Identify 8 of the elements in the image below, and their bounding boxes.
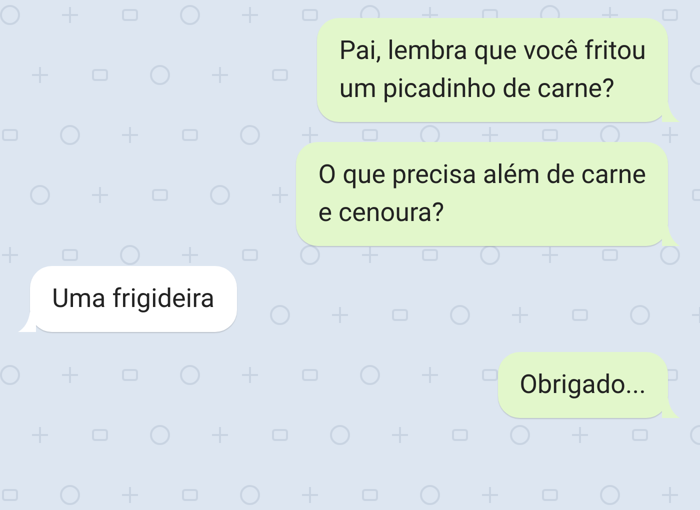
bubble-tail-icon: [18, 312, 36, 332]
message-bubble: Uma frigideira: [30, 266, 237, 332]
bubble-tail-icon: [662, 102, 680, 122]
message-bubble: Pai, lembra que você fritou um picadinho de carne?: [317, 18, 668, 122]
message-bubble: Obrigado...: [498, 352, 668, 418]
bubble-tail-icon: [662, 398, 680, 418]
message-bubble: O que precisa além de carne e cenoura?: [296, 142, 668, 246]
bubble-tail-icon: [662, 226, 680, 246]
